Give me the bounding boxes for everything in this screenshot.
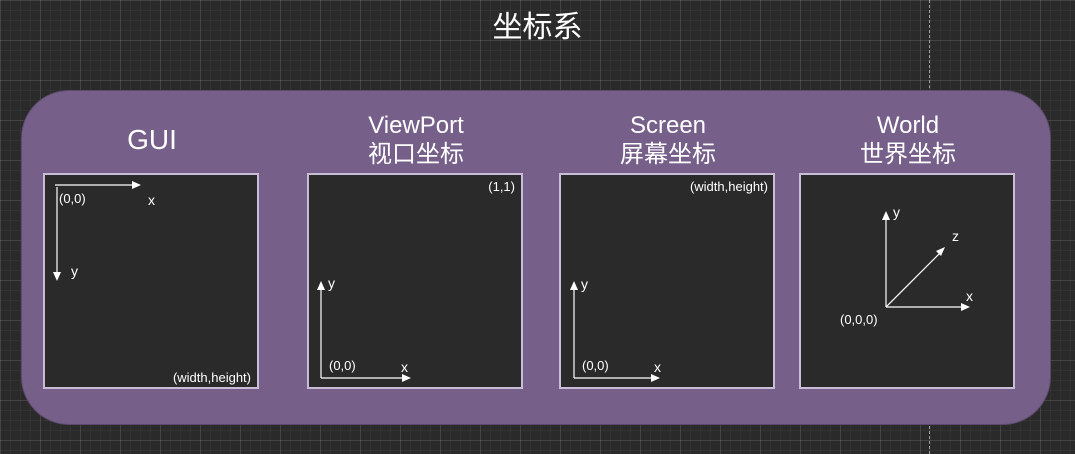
- world-z-axis: [885, 250, 943, 308]
- viewport-panel: (0,0) x y (1,1): [307, 173, 523, 389]
- gui-title: GUI: [127, 124, 177, 155]
- screen-origin-label: (0,0): [582, 358, 609, 373]
- world-y-label: y: [893, 204, 900, 220]
- world-origin-label: (0,0,0): [840, 312, 878, 327]
- gui-x-arrowhead: [132, 181, 141, 189]
- viewport-y-label: y: [328, 275, 335, 291]
- screen-title: Screen: [629, 112, 707, 139]
- viewport-y-arrowhead: [317, 281, 325, 290]
- diagram-title: 坐标系: [492, 11, 583, 44]
- world-z-arrowhead: [936, 247, 945, 256]
- screen-y-arrowhead: [570, 281, 578, 290]
- screen-y-label: y: [581, 276, 588, 292]
- screen-axes: [570, 281, 660, 382]
- gui-panel: (0,0) x y (width,height): [43, 173, 259, 389]
- world-x-label: x: [966, 288, 973, 304]
- viewport-title: ViewPort: [368, 112, 464, 139]
- gui-x-label: x: [148, 192, 155, 208]
- viewport-x-arrowhead: [402, 374, 411, 382]
- gui-origin-label: (0,0): [59, 191, 86, 206]
- gui-y-label: y: [71, 263, 78, 279]
- world-z-label: z: [952, 228, 959, 244]
- screen-x-arrowhead: [651, 374, 660, 382]
- screen-subtitle: 屏幕坐标: [620, 141, 716, 168]
- viewport-corner-label: (1,1): [488, 179, 515, 194]
- world-x-arrowhead: [961, 303, 970, 311]
- screen-x-label: x: [654, 359, 661, 375]
- world-axes: [882, 211, 970, 311]
- viewport-origin-label: (0,0): [329, 358, 356, 373]
- viewport-axes: [317, 281, 411, 382]
- screen-panel: (0,0) x y (width,height): [559, 173, 775, 389]
- world-y-arrowhead: [882, 211, 890, 220]
- world-subtitle: 世界坐标: [860, 141, 956, 168]
- screen-corner-label: (width,height): [689, 179, 768, 194]
- viewport-subtitle: 视口坐标: [368, 141, 464, 168]
- world-title: World: [876, 112, 940, 139]
- gui-corner-label: (width,height): [172, 370, 251, 385]
- world-panel: (0,0,0) x y z: [799, 173, 1015, 389]
- gui-y-arrowhead: [53, 272, 61, 281]
- viewport-x-label: x: [401, 359, 408, 375]
